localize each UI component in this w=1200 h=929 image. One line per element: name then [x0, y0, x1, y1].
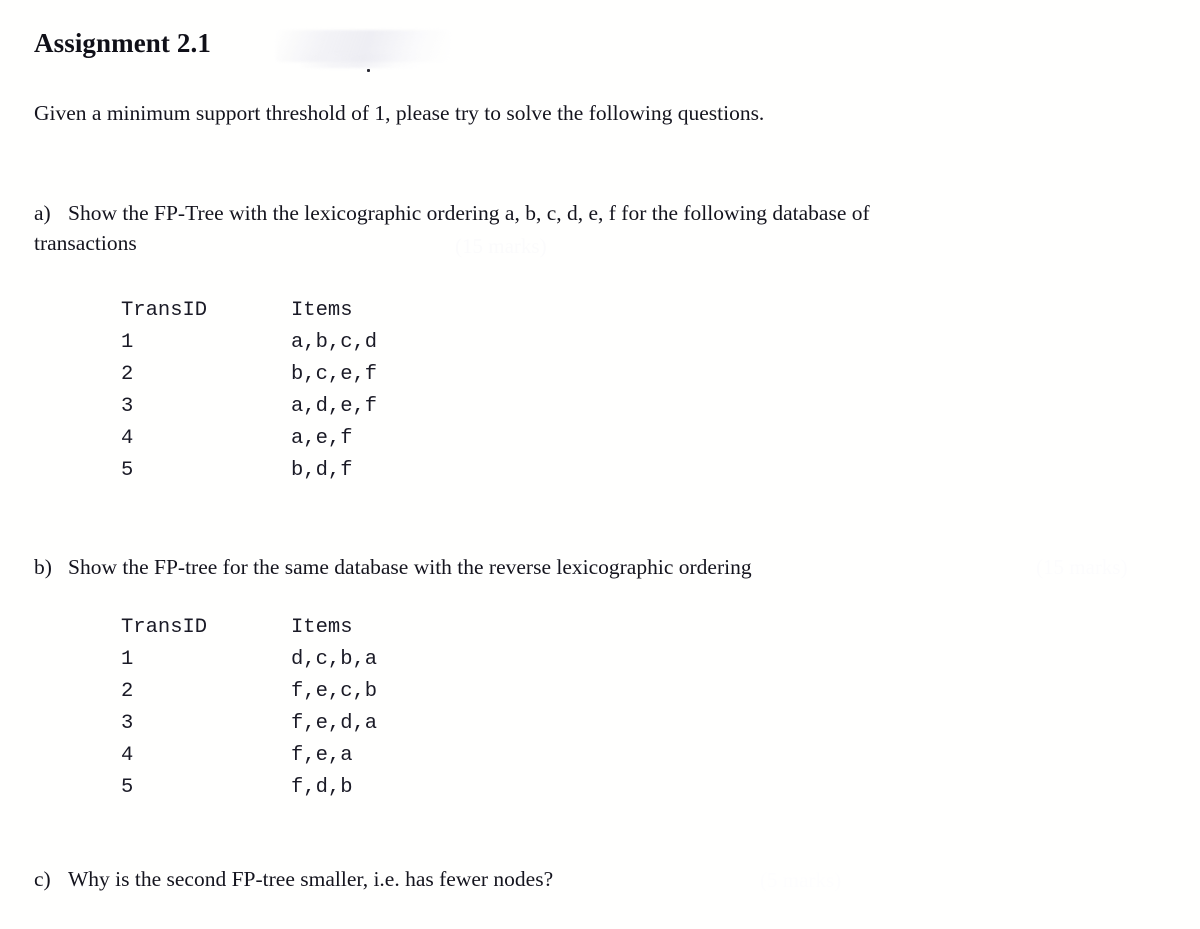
cell-items: a,b,c,d	[291, 331, 378, 354]
cell-items: f,e,c,b	[291, 680, 378, 703]
cell-items: d,c,b,a	[291, 648, 378, 671]
cell-transid: 4	[121, 427, 134, 450]
cell-transid: 4	[121, 744, 134, 767]
table-row: 5 b,d,f	[121, 455, 511, 487]
question-a-label: a)	[34, 201, 51, 225]
cell-transid: 2	[121, 363, 134, 386]
scan-smudge-artifact	[276, 30, 450, 62]
cell-items: a,e,f	[291, 427, 353, 450]
question-c-text: Why is the second FP-tree smaller, i.e. …	[68, 867, 554, 891]
cell-transid: 1	[121, 648, 134, 671]
column-header-items: Items	[291, 616, 353, 639]
intro-paragraph: Given a minimum support threshold of 1, …	[34, 101, 765, 125]
document-page: Assignment 2.1 Given a minimum support t…	[0, 0, 1200, 929]
cell-items: f,e,a	[291, 744, 353, 767]
question-c-label: c)	[34, 867, 51, 891]
cell-items: b,d,f	[291, 459, 353, 482]
question-a-text: Show the FP-Tree with the lexicographic …	[34, 201, 870, 255]
question-b-text: Show the FP-tree for the same database w…	[68, 555, 752, 579]
column-header-transid: TransID	[121, 616, 208, 639]
question-c: c) Why is the second FP-tree smaller, i.e…	[34, 864, 834, 894]
question-b: b) Show the FP-tree for the same database…	[34, 552, 1104, 582]
scan-speck-artifact	[367, 69, 370, 72]
column-header-transid: TransID	[121, 299, 208, 322]
table-row: 3 a,d,e,f	[121, 391, 511, 423]
cell-items: f,e,d,a	[291, 712, 378, 735]
page-title: Assignment 2.1	[34, 28, 211, 58]
transactions-table-reverse-lexicographic: TransID Items 1 d,c,b,a 2 f,e,c,b 3 f,e,…	[121, 612, 511, 804]
table-header-row: TransID Items	[121, 295, 511, 327]
question-b-label: b)	[34, 555, 52, 579]
cell-transid: 5	[121, 776, 134, 799]
cell-transid: 3	[121, 395, 134, 418]
table-row: 4 f,e,a	[121, 740, 511, 772]
column-header-items: Items	[291, 299, 353, 322]
cell-items: f,d,b	[291, 776, 353, 799]
scan-smudge-artifact-secondary	[300, 54, 420, 68]
cell-transid: 3	[121, 712, 134, 735]
question-a: a) Show the FP-Tree with the lexicographi…	[34, 198, 954, 258]
cell-items: b,c,e,f	[291, 363, 378, 386]
transactions-table-lexicographic: TransID Items 1 a,b,c,d 2 b,c,e,f 3 a,d,…	[121, 295, 511, 487]
cell-transid: 5	[121, 459, 134, 482]
table-row: 5 f,d,b	[121, 772, 511, 804]
table-row: 4 a,e,f	[121, 423, 511, 455]
table-row: 2 b,c,e,f	[121, 359, 511, 391]
cell-transid: 1	[121, 331, 134, 354]
table-row: 1 a,b,c,d	[121, 327, 511, 359]
cell-transid: 2	[121, 680, 134, 703]
table-header-row: TransID Items	[121, 612, 511, 644]
table-row: 3 f,e,d,a	[121, 708, 511, 740]
table-row: 2 f,e,c,b	[121, 676, 511, 708]
cell-items: a,d,e,f	[291, 395, 378, 418]
table-row: 1 d,c,b,a	[121, 644, 511, 676]
